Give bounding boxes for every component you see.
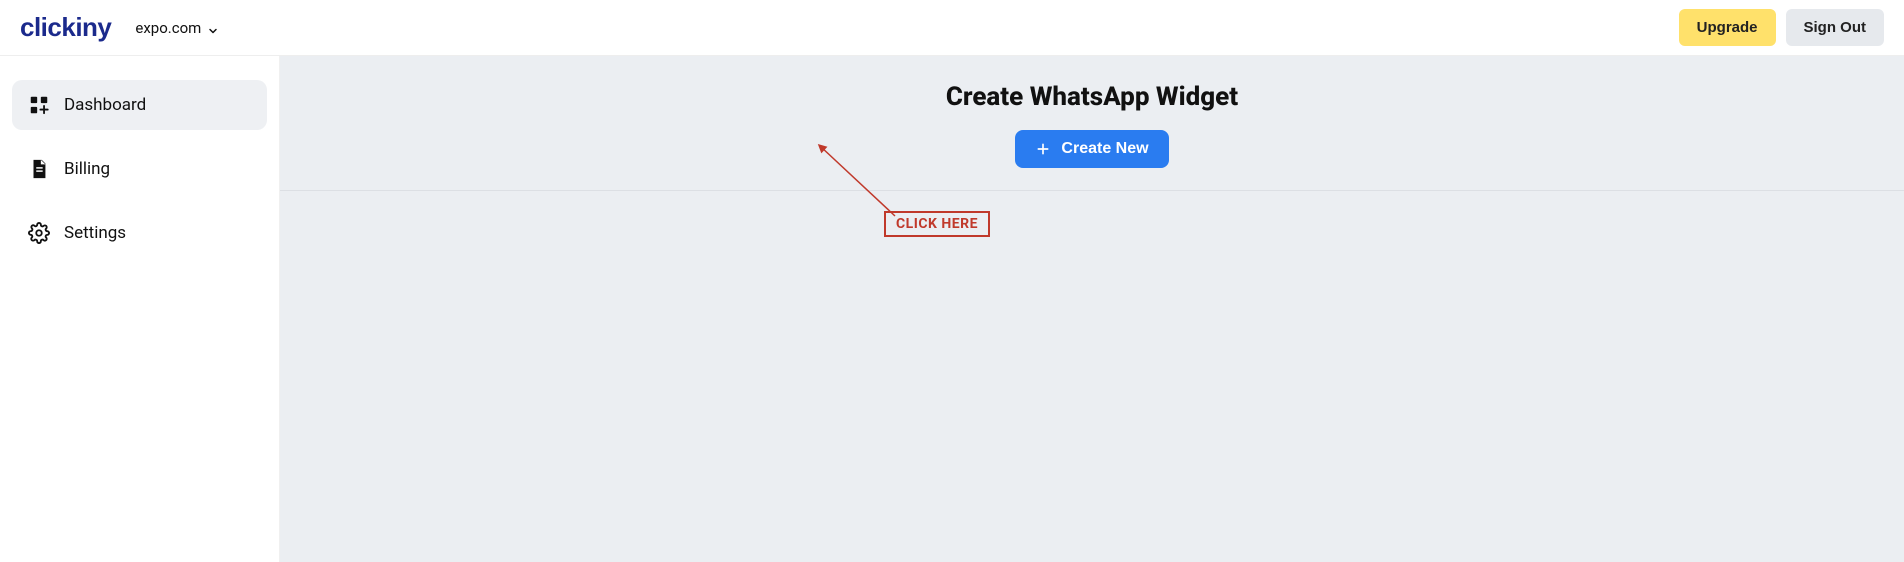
- page-title: Create WhatsApp Widget: [280, 82, 1904, 112]
- main-area: Create WhatsApp Widget Create New CLICK …: [280, 56, 1904, 562]
- logo: clickiny: [20, 12, 111, 43]
- header: clickiny expo.com Upgrade Sign Out: [0, 0, 1904, 56]
- chevron-down-icon: [207, 23, 217, 33]
- file-icon: [28, 158, 50, 180]
- sidebar-item-settings[interactable]: Settings: [12, 208, 267, 258]
- annotation-label: CLICK HERE: [884, 211, 990, 237]
- body-row: Dashboard Billing Settings: [0, 56, 1904, 562]
- plus-icon: [1035, 141, 1051, 157]
- signout-button[interactable]: Sign Out: [1786, 9, 1885, 46]
- domain-selector-label: expo.com: [135, 19, 201, 37]
- dashboard-icon: [28, 94, 50, 116]
- main-header: Create WhatsApp Widget Create New: [280, 56, 1904, 191]
- create-new-label: Create New: [1061, 140, 1148, 158]
- sidebar-item-dashboard[interactable]: Dashboard: [12, 80, 267, 130]
- upgrade-button[interactable]: Upgrade: [1679, 9, 1776, 46]
- sidebar-item-billing[interactable]: Billing: [12, 144, 267, 194]
- sidebar-item-label: Dashboard: [64, 95, 146, 115]
- sidebar: Dashboard Billing Settings: [0, 56, 280, 562]
- sidebar-item-label: Settings: [64, 223, 126, 243]
- domain-selector[interactable]: expo.com: [135, 19, 217, 37]
- gear-icon: [28, 222, 50, 244]
- create-new-button[interactable]: Create New: [1015, 130, 1168, 168]
- sidebar-item-label: Billing: [64, 159, 110, 179]
